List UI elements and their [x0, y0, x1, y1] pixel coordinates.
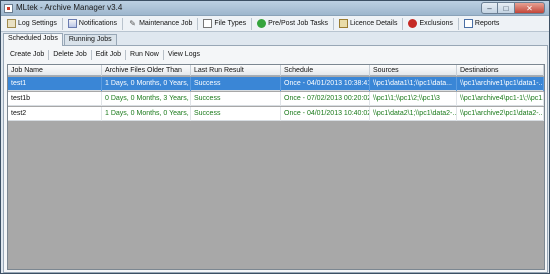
cell-job-name: test1b: [8, 92, 102, 106]
table-row[interactable]: test2 1 Days, 0 Months, 0 Years, Success…: [8, 107, 544, 121]
edit-job-button[interactable]: Edit Job: [92, 51, 125, 58]
column-schedule[interactable]: Schedule: [281, 65, 370, 76]
cell-sources: \\pc1\data2\1;\\pc1\data2-...: [370, 107, 457, 121]
menu-bar: Log Settings Notifications ✎ Maintenance …: [1, 16, 549, 32]
job-toolbar: Create Job Delete Job Edit Job Run Now V…: [4, 48, 204, 61]
menu-notifications[interactable]: Notifications: [65, 17, 120, 31]
licence-icon: [338, 19, 348, 28]
cell-last-run-result: Success: [191, 107, 281, 121]
cell-job-name: test1: [8, 77, 102, 91]
maximize-button[interactable]: □: [498, 2, 515, 14]
run-now-button[interactable]: Run Now: [126, 51, 163, 58]
title-bar[interactable]: MLtek - Archive Manager v3.4 – □ ✕: [1, 1, 549, 16]
view-logs-button[interactable]: View Logs: [164, 51, 204, 58]
cell-job-name: test2: [8, 107, 102, 121]
app-icon: [4, 4, 13, 13]
scheduled-jobs-panel: Create Job Delete Job Edit Job Run Now V…: [3, 45, 548, 273]
cell-sources: \\pc1\1;\\pc1\2;\\pc1\3: [370, 92, 457, 106]
check-circle-icon: [257, 19, 267, 28]
cell-destinations: \\pc1\archive2\pc1\data2-...: [457, 107, 544, 121]
cell-destinations: \\pc1\archive1\pc1\data1-...: [457, 77, 544, 91]
cell-destinations: \\pc1\archive4\pc1-1\;\\pc1...: [457, 92, 544, 106]
no-entry-icon: [408, 19, 418, 28]
menu-maintenance-job[interactable]: ✎ Maintenance Job: [125, 17, 195, 31]
wrench-icon: ✎: [129, 19, 136, 28]
cell-schedule: Once - 04/01/2013 10:40:02: [281, 107, 370, 121]
app-window: MLtek - Archive Manager v3.4 – □ ✕ Log S…: [0, 0, 550, 274]
menu-file-types[interactable]: File Types: [200, 17, 249, 31]
cell-archive-older-than: 1 Days, 0 Months, 0 Years,: [102, 77, 191, 91]
column-last-run-result[interactable]: Last Run Result: [191, 65, 281, 76]
table-row[interactable]: test1 1 Days, 0 Months, 0 Years, Success…: [8, 77, 544, 91]
window-title: MLtek - Archive Manager v3.4: [16, 3, 123, 12]
file-icon: [203, 19, 213, 28]
delete-job-button[interactable]: Delete Job: [49, 51, 90, 58]
reports-icon: [463, 19, 473, 28]
cell-last-run-result: Success: [191, 77, 281, 91]
menu-licence-details[interactable]: Licence Details: [336, 17, 400, 31]
cell-sources: \\pc1\data1\1;\\pc1\data...: [370, 77, 457, 91]
cell-schedule: Once - 04/01/2013 10:38:41: [281, 77, 370, 91]
column-job-name[interactable]: Job Name: [8, 65, 102, 76]
jobs-grid[interactable]: Job Name Archive Files Older Than Last R…: [7, 64, 545, 270]
close-button[interactable]: ✕: [515, 2, 545, 14]
menu-exclusions[interactable]: Exclusions: [405, 17, 455, 31]
cell-archive-older-than: 1 Days, 0 Months, 0 Years,: [102, 107, 191, 121]
settings-icon: [7, 19, 16, 28]
menu-reports[interactable]: Reports: [461, 17, 503, 31]
table-row[interactable]: test1b 0 Days, 0 Months, 3 Years, Succes…: [8, 92, 544, 106]
column-destinations[interactable]: Destinations: [457, 65, 544, 76]
menu-pre-post-job-tasks[interactable]: Pre/Post Job Tasks: [254, 17, 331, 31]
cell-last-run-result: Success: [191, 92, 281, 106]
cell-archive-older-than: 0 Days, 0 Months, 3 Years,: [102, 92, 191, 106]
notifications-icon: [67, 19, 77, 28]
column-sources[interactable]: Sources: [370, 65, 457, 76]
grid-header: Job Name Archive Files Older Than Last R…: [8, 65, 544, 76]
create-job-button[interactable]: Create Job: [6, 51, 48, 58]
minimize-button[interactable]: –: [481, 2, 498, 14]
tab-scheduled-jobs[interactable]: Scheduled Jobs: [3, 33, 63, 46]
column-archive-older-than[interactable]: Archive Files Older Than: [102, 65, 191, 76]
cell-schedule: Once - 07/02/2013 00:20:02: [281, 92, 370, 106]
menu-log-settings[interactable]: Log Settings: [4, 17, 60, 31]
